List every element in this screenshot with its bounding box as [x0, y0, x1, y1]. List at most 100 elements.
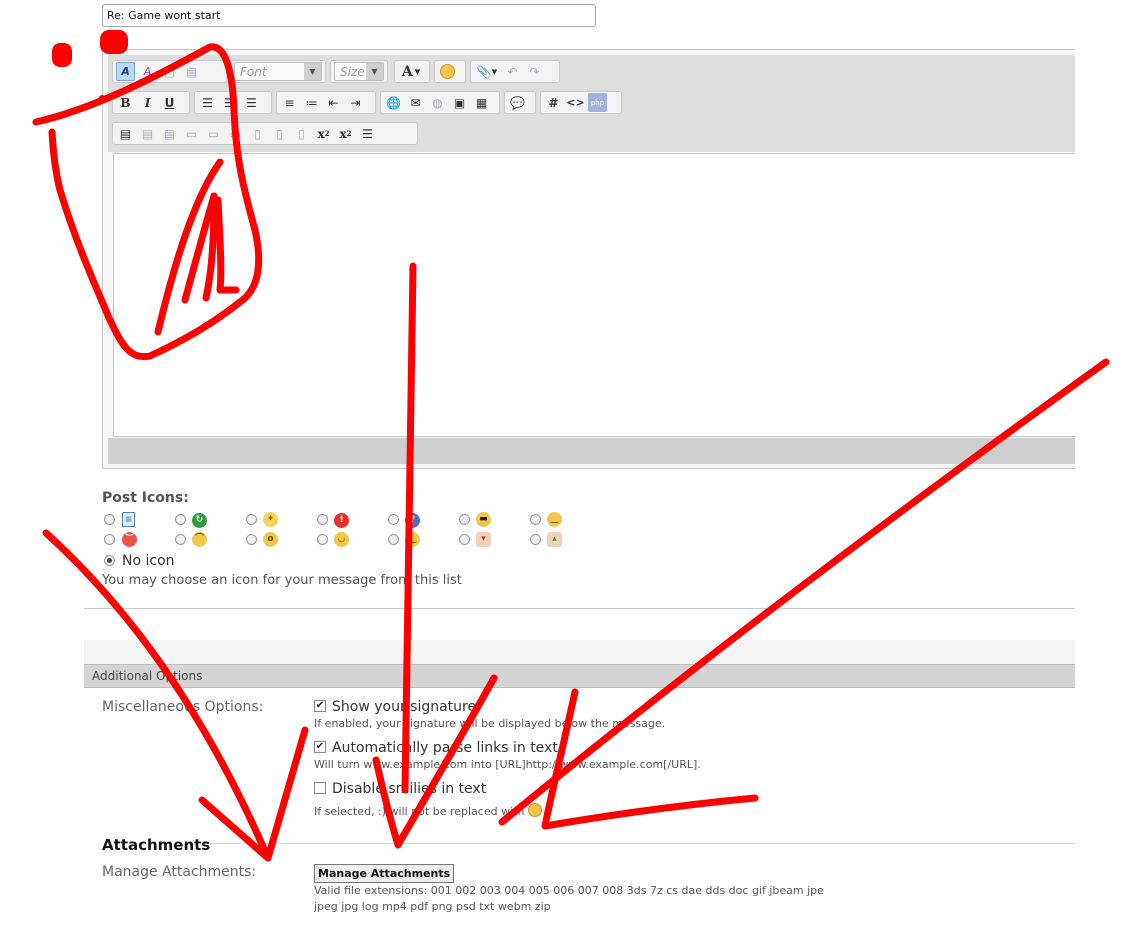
switch-editor-mode-icon[interactable]: A	[116, 62, 135, 81]
annotation-dot	[52, 43, 72, 67]
redface-icon: o	[263, 532, 278, 547]
post-icon-radio[interactable]	[530, 534, 541, 545]
toolbar-group-quote: 💬	[504, 91, 536, 114]
insert-column-after-icon[interactable]: ▯	[270, 124, 289, 143]
toolbar-group-color: A ▼	[394, 60, 430, 83]
post-icon-radio[interactable]	[175, 514, 186, 525]
post-icons-hint: You may choose an icon for your message …	[102, 573, 462, 588]
parse-links-desc: Will turn www.example.com into [URL]http…	[314, 758, 701, 771]
redo-icon[interactable]: ↷	[525, 62, 544, 81]
additional-options-header: Additional Options	[84, 664, 1075, 688]
parse-links-label: Automatically parse links in text	[332, 740, 558, 756]
attach-icon[interactable]: 📎 ▼	[474, 62, 500, 81]
manage-attachments-button[interactable]: Manage Attachments	[314, 864, 455, 883]
text-color-letter: A	[401, 63, 413, 80]
hash-button[interactable]: #	[544, 93, 563, 112]
code-button[interactable]: <>	[566, 93, 585, 112]
chevron-down-icon: ▼	[304, 63, 321, 80]
divider	[200, 843, 1075, 844]
size-placeholder: Size	[340, 64, 365, 79]
divider	[84, 608, 1075, 609]
remove-format-icon[interactable]: A	[138, 62, 157, 81]
italic-button[interactable]: I	[138, 93, 157, 112]
annotation-arrow	[198, 726, 309, 862]
chevron-down-icon: ▼	[366, 63, 383, 80]
biggrin-icon: ◡	[334, 532, 349, 547]
toolbar-group-list: ≡ ≔ ⇤ ⇥	[276, 91, 376, 114]
thumbs-up-icon: ▴	[547, 532, 562, 547]
parse-links-checkbox[interactable]: ✔	[314, 741, 326, 753]
font-select[interactable]: Font ▼	[234, 62, 322, 81]
php-button[interactable]: php	[588, 93, 607, 112]
copy-icon[interactable]: ▢	[160, 62, 179, 81]
editor-resize-bar[interactable]	[108, 438, 1075, 464]
php-label: php	[590, 98, 605, 107]
insert-column-before-icon[interactable]: ▯	[248, 124, 267, 143]
post-icon-radio[interactable]	[530, 514, 541, 525]
size-select[interactable]: Size ▼	[334, 62, 384, 81]
misc-options-label: Miscellaneous Options:	[102, 699, 264, 715]
subscript-button[interactable]: x2	[314, 124, 333, 143]
ordered-list-icon[interactable]: ≡	[280, 93, 299, 112]
post-icon-radio[interactable]	[104, 534, 115, 545]
smilie-icon[interactable]	[438, 62, 457, 81]
superscript-button[interactable]: x2	[336, 124, 355, 143]
toolbar-group-code: # <> php	[540, 91, 622, 114]
email-icon[interactable]: ✉	[406, 93, 425, 112]
superscript-letter: x	[339, 126, 347, 141]
post-icon-radio[interactable]	[388, 514, 399, 525]
toolbar-group-attach: 📎 ▼ ↶ ↷	[470, 60, 560, 83]
insert-row-before-icon[interactable]: ▭	[182, 124, 201, 143]
post-icons-title: Post Icons:	[102, 490, 189, 506]
link-icon[interactable]: 🌐	[384, 93, 403, 112]
delete-table-icon[interactable]: ▤	[160, 124, 179, 143]
no-icon-radio[interactable]	[104, 555, 115, 566]
post-icon-radio[interactable]	[246, 514, 257, 525]
image-icon[interactable]: ▣	[450, 93, 469, 112]
indent-icon[interactable]: ⇥	[346, 93, 365, 112]
video-icon[interactable]: ▦	[472, 93, 491, 112]
disable-smilies-checkbox[interactable]	[314, 782, 326, 794]
table-icon[interactable]: ▤	[116, 124, 135, 143]
toolbar-group-mode: A A ▢ ▤	[112, 60, 227, 83]
table-properties-icon[interactable]: ▤	[138, 124, 157, 143]
recycle-icon: ↻	[192, 513, 207, 528]
quote-icon[interactable]: 💬	[508, 93, 527, 112]
undo-icon[interactable]: ↶	[503, 62, 522, 81]
align-right-icon[interactable]: ☰	[242, 93, 261, 112]
underline-button[interactable]: U	[160, 93, 179, 112]
subscript-letter: x	[317, 126, 325, 141]
align-left-icon[interactable]: ☰	[198, 93, 217, 112]
post-icon-radio[interactable]	[175, 534, 186, 545]
smile-icon: ‿	[547, 512, 562, 527]
bold-button[interactable]: B	[116, 93, 135, 112]
insert-row-after-icon[interactable]: ▭	[204, 124, 223, 143]
show-signature-checkbox[interactable]: ✔	[314, 700, 326, 712]
horizontal-rule-icon[interactable]: ☰	[358, 124, 377, 143]
lightbulb-icon: ✦	[263, 512, 278, 527]
post-icon-radio[interactable]	[317, 514, 328, 525]
toolbar-group-align: ☰ ☰ ☰	[194, 91, 272, 114]
post-icon-radio[interactable]	[388, 534, 399, 545]
delete-row-icon[interactable]: ▭	[226, 124, 245, 143]
title-input[interactable]	[102, 4, 596, 27]
post-icon-radio[interactable]	[317, 534, 328, 545]
delete-column-icon[interactable]: ▯	[292, 124, 311, 143]
editor-textarea[interactable]	[113, 153, 1075, 437]
toolbar-group-size: Size ▼	[330, 60, 388, 83]
post-icon-radio[interactable]	[246, 534, 257, 545]
unordered-list-icon[interactable]: ≔	[302, 93, 321, 112]
paste-icon[interactable]: ▤	[182, 62, 201, 81]
post-icon-radio[interactable]	[459, 534, 470, 545]
post-icon-radio[interactable]	[104, 514, 115, 525]
outdent-icon[interactable]: ⇤	[324, 93, 343, 112]
align-center-icon[interactable]: ☰	[220, 93, 239, 112]
post-icon-radio[interactable]	[459, 514, 470, 525]
text-color-button[interactable]: A ▼	[398, 62, 424, 81]
manage-attachments-label: Manage Attachments:	[102, 864, 257, 880]
unlink-icon[interactable]: ◍	[428, 93, 447, 112]
disable-smilies-label: Disable smilies in text	[332, 781, 487, 797]
wink-icon: ‿	[405, 532, 420, 547]
cool-icon: ▬	[476, 512, 491, 527]
chevron-down-icon: ▼	[491, 67, 498, 76]
